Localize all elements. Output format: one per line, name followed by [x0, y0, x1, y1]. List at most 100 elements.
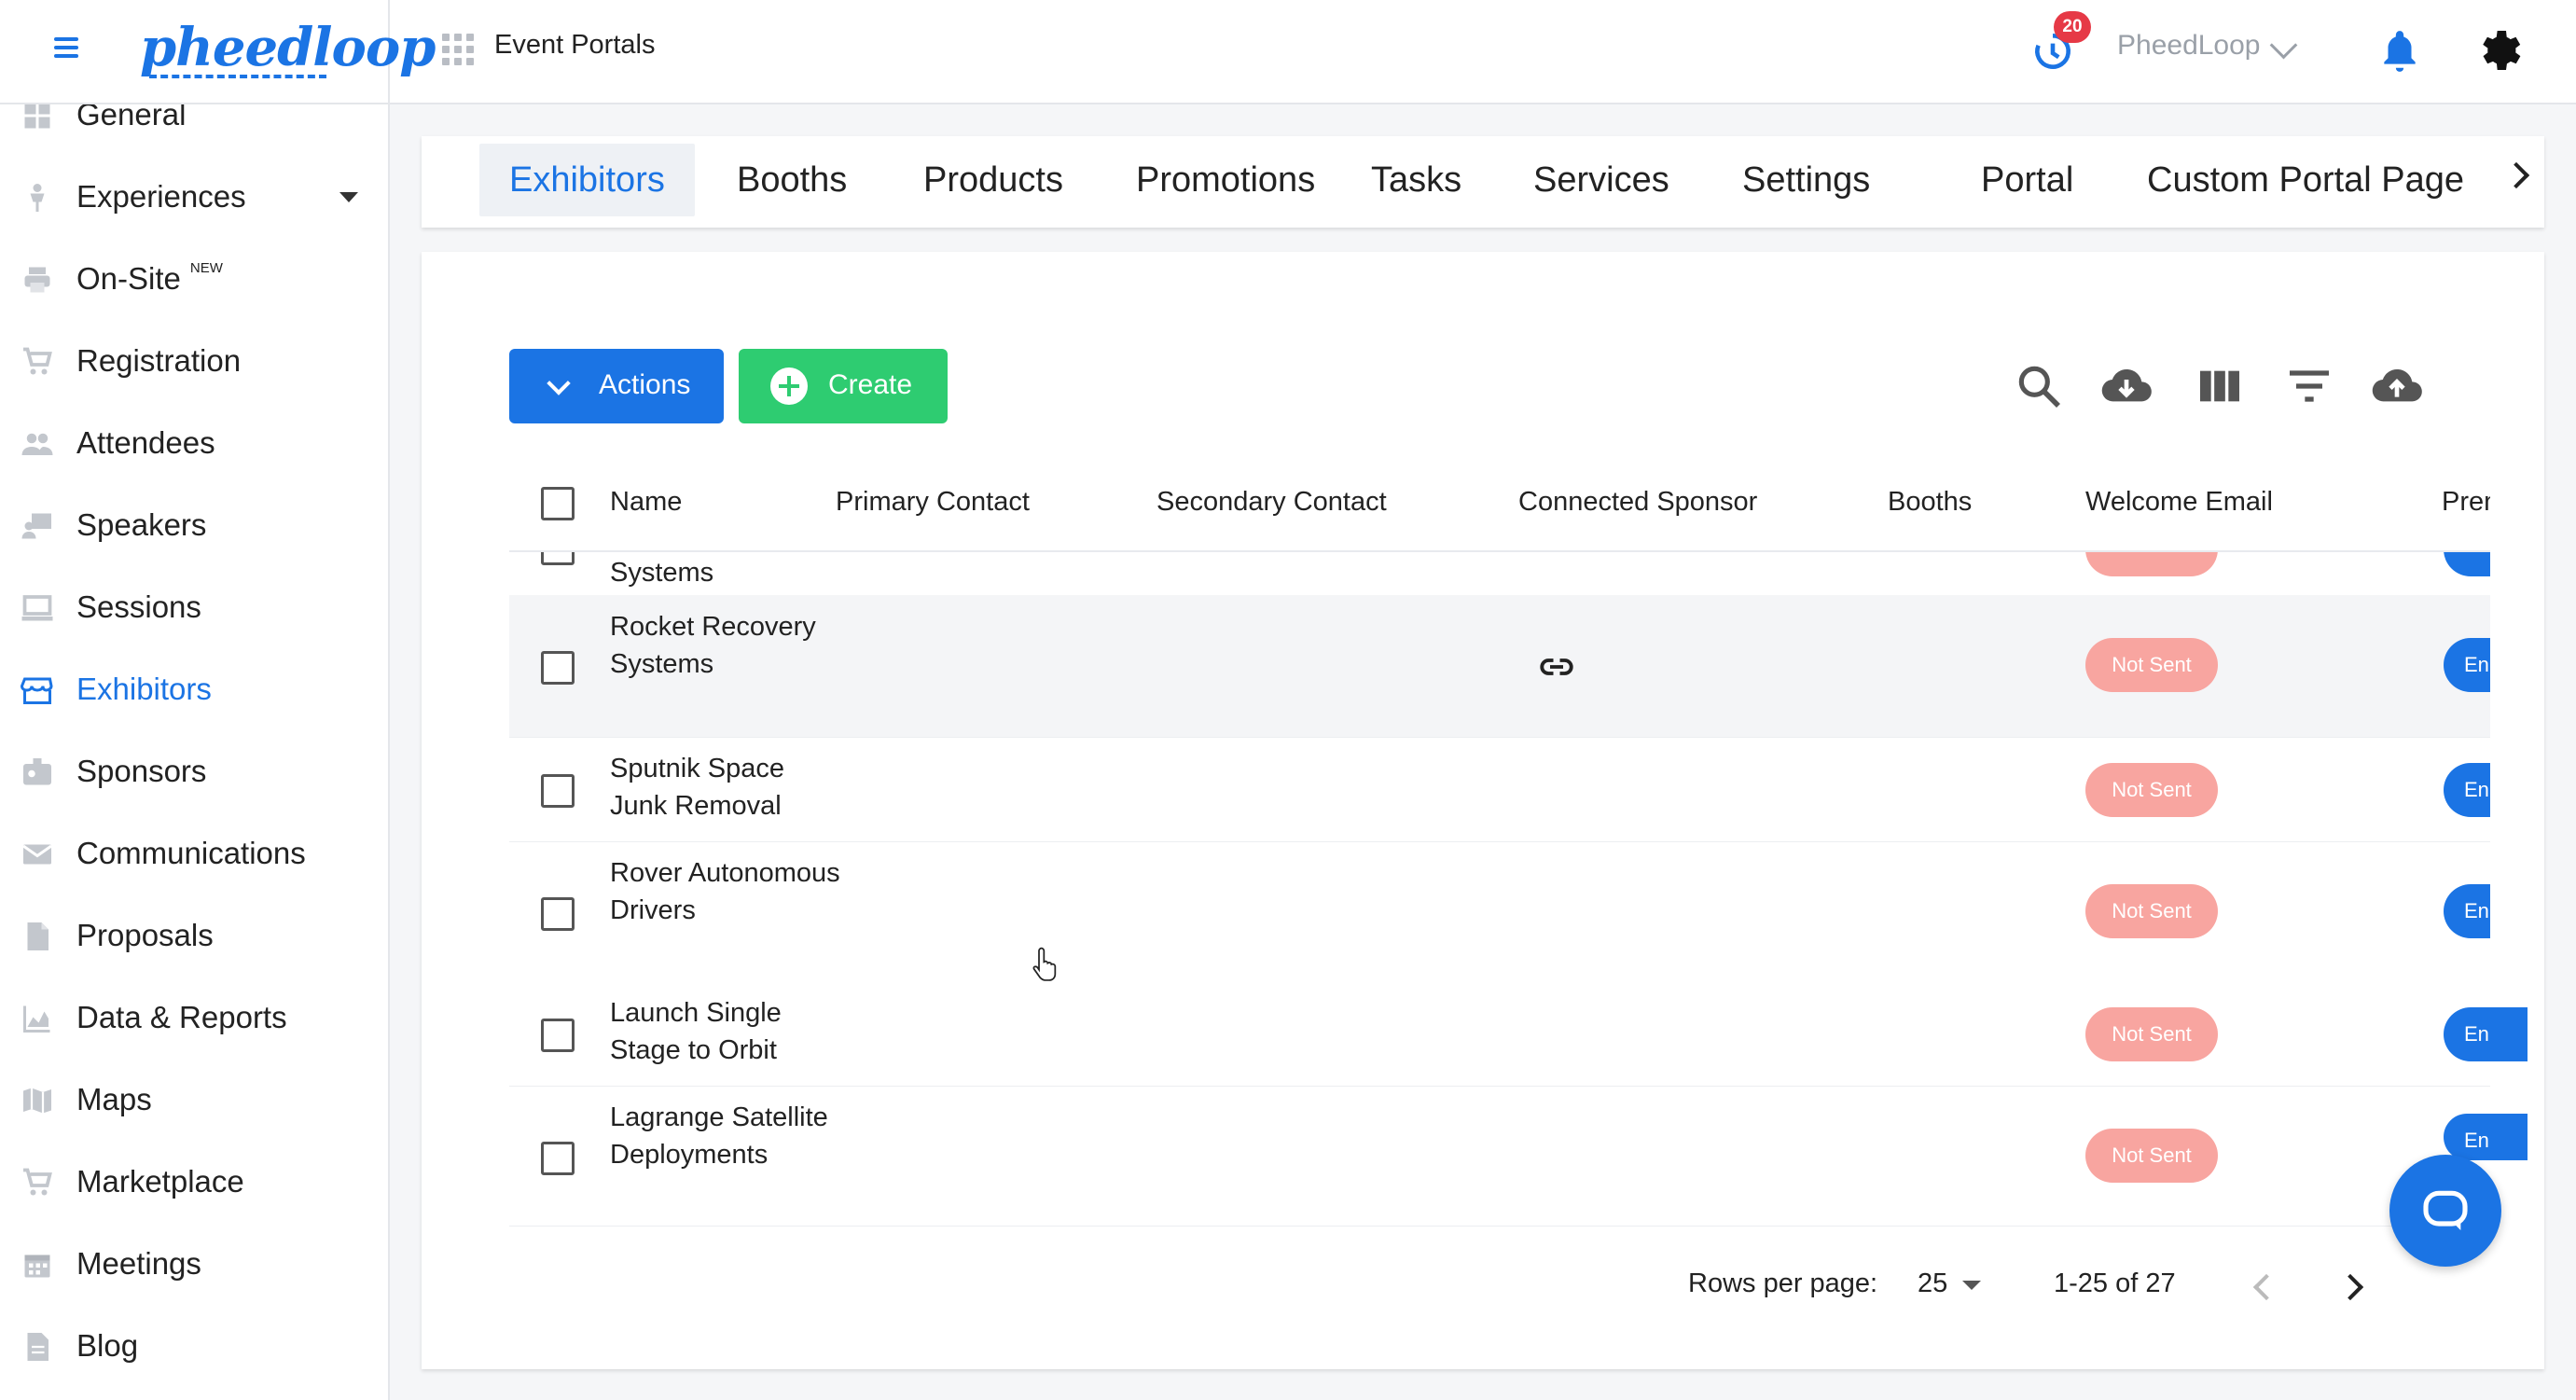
- table-row[interactable]: Systems: [509, 552, 2490, 596]
- gear-icon[interactable]: [2473, 24, 2526, 76]
- tab-custom-portal-page[interactable]: Custom Portal Page: [2117, 144, 2494, 216]
- nav-item-sessions[interactable]: Sessions: [0, 567, 388, 649]
- nav-label: On-Site NEW: [76, 260, 223, 297]
- document-icon: [27, 922, 48, 950]
- calendar-icon: [24, 1254, 50, 1278]
- table-row[interactable]: Rocket Recovery Systems Not Sent En: [509, 595, 2490, 738]
- portal-title[interactable]: Event Portals: [494, 30, 655, 61]
- chart-icon: [23, 1005, 50, 1033]
- cloud-upload-icon[interactable]: [2371, 360, 2423, 412]
- table-header: Name Primary Contact Secondary Contact C…: [509, 457, 2490, 552]
- nav-item-data-reports[interactable]: Data & Reports: [0, 977, 388, 1060]
- premium-toggle[interactable]: En: [2444, 1007, 2528, 1061]
- welcome-email-status[interactable]: Not Sent: [2085, 1129, 2218, 1183]
- exhibitor-name[interactable]: Systems: [610, 554, 843, 591]
- row-checkbox[interactable]: [541, 1142, 575, 1175]
- exhibitor-name[interactable]: Sputnik Space Junk Removal: [610, 750, 843, 825]
- table-row[interactable]: Launch Single Stage to Orbit Not Sent En: [509, 981, 2528, 1087]
- row-checkbox[interactable]: [541, 651, 575, 685]
- chevron-right-icon[interactable]: [2502, 161, 2530, 189]
- tab-promotions[interactable]: Promotions: [1106, 144, 1345, 216]
- row-checkbox[interactable]: [541, 774, 575, 808]
- welcome-email-status[interactable]: Not Sent: [2085, 638, 2218, 692]
- link-icon[interactable]: [1537, 647, 1576, 686]
- table-row[interactable]: Sputnik Space Junk Removal Not Sent En: [509, 737, 2490, 842]
- notification-count-badge: 20: [2054, 11, 2091, 43]
- rows-per-page-select[interactable]: 25: [1918, 1268, 1947, 1299]
- nav-item-speakers[interactable]: Speakers: [0, 485, 388, 567]
- exhibitor-name[interactable]: Launch Single Stage to Orbit: [610, 994, 843, 1069]
- laptop-icon: [21, 595, 53, 621]
- row-checkbox[interactable]: [541, 552, 575, 565]
- premium-toggle[interactable]: En: [2444, 763, 2490, 817]
- tab-exhibitors[interactable]: Exhibitors: [479, 144, 695, 216]
- filter-icon[interactable]: [2283, 360, 2335, 412]
- select-all-checkbox[interactable]: [541, 487, 575, 520]
- caret-down-icon[interactable]: [1962, 1281, 1981, 1290]
- actions-label: Actions: [599, 369, 691, 400]
- create-label: Create: [828, 369, 913, 400]
- apps-grid-icon[interactable]: [442, 34, 474, 65]
- exhibitor-name[interactable]: Rocket Recovery Systems: [610, 608, 843, 683]
- chevron-right-icon[interactable]: [2336, 1273, 2364, 1301]
- nav-item-blog[interactable]: Blog: [0, 1306, 388, 1388]
- column-header-secondary-contact[interactable]: Secondary Contact: [1156, 487, 1387, 518]
- tab-services[interactable]: Services: [1503, 144, 1699, 216]
- tab-booths[interactable]: Booths: [707, 144, 877, 216]
- nav-item-communications[interactable]: Communications: [0, 813, 388, 895]
- nav-label: Attendees: [76, 425, 215, 460]
- nav-item-attendees[interactable]: Attendees: [0, 403, 388, 485]
- bell-icon[interactable]: [2376, 24, 2423, 76]
- row-checkbox[interactable]: [541, 897, 575, 931]
- row-checkbox[interactable]: [541, 1019, 575, 1052]
- column-header-primary-contact[interactable]: Primary Contact: [836, 487, 1030, 518]
- nav-item-on-site[interactable]: On-Site NEW: [0, 239, 388, 321]
- cloud-download-icon[interactable]: [2100, 360, 2153, 412]
- nav-item-marketplace[interactable]: Marketplace: [0, 1142, 388, 1224]
- tab-settings[interactable]: Settings: [1712, 144, 1900, 216]
- premium-toggle[interactable]: En: [2444, 884, 2490, 938]
- welcome-email-status[interactable]: Not Sent: [2085, 884, 2218, 938]
- nav-item-registration[interactable]: Registration: [0, 321, 388, 403]
- premium-toggle[interactable]: En: [2444, 1114, 2528, 1160]
- hand-cursor-icon: [1032, 947, 1057, 981]
- columns-icon[interactable]: [2194, 360, 2246, 412]
- welcome-email-status[interactable]: [2085, 552, 2218, 576]
- column-header-booths[interactable]: Booths: [1888, 487, 1972, 518]
- exhibitor-name[interactable]: Lagrange Satellite Deployments: [610, 1099, 843, 1173]
- table-body: Systems Rocket Recovery Systems Not Sent…: [509, 552, 2490, 981]
- people-icon: [21, 433, 53, 455]
- org-switcher[interactable]: PheedLoop: [2117, 30, 2261, 62]
- chevron-left-icon[interactable]: [2252, 1273, 2280, 1301]
- exhibitor-name[interactable]: Rover Autonomous Drivers: [610, 854, 843, 929]
- column-header-welcome-email[interactable]: Welcome Email: [2085, 487, 2273, 518]
- nav-item-experiences[interactable]: Experiences: [0, 157, 388, 239]
- expand-caret-icon[interactable]: [339, 192, 358, 202]
- nav-item-maps[interactable]: Maps: [0, 1060, 388, 1142]
- sidebar: General Experiences On-Site NEW Registrat…: [0, 0, 436, 1400]
- tab-portal[interactable]: Portal: [1951, 144, 2103, 216]
- tab-tasks[interactable]: Tasks: [1341, 144, 1491, 216]
- nav-item-exhibitors[interactable]: Exhibitors: [0, 649, 388, 731]
- nav-item-proposals[interactable]: Proposals: [0, 895, 388, 977]
- chat-bubble-icon: [2423, 1190, 2468, 1230]
- welcome-email-status[interactable]: Not Sent: [2085, 1007, 2218, 1061]
- welcome-email-status[interactable]: Not Sent: [2085, 763, 2218, 817]
- actions-button[interactable]: Actions: [509, 349, 724, 423]
- column-header-premium[interactable]: Pren: [2442, 487, 2490, 518]
- nav-item-sponsors[interactable]: Sponsors: [0, 731, 388, 813]
- chevron-down-icon[interactable]: [2269, 31, 2298, 60]
- tab-products[interactable]: Products: [893, 144, 1093, 216]
- create-button[interactable]: Create: [739, 349, 948, 423]
- hamburger-menu-icon[interactable]: [54, 37, 82, 60]
- column-header-connected-sponsor[interactable]: Connected Sponsor: [1518, 487, 1757, 518]
- nav-item-meetings[interactable]: Meetings: [0, 1224, 388, 1306]
- chat-launcher-button[interactable]: [2389, 1155, 2501, 1267]
- table-row[interactable]: Lagrange Satellite Deployments Not Sent …: [509, 1086, 2528, 1227]
- table-row[interactable]: Rover Autonomous Drivers Not Sent En: [509, 841, 2490, 981]
- pheedloop-logo[interactable]: pheedloop: [140, 17, 436, 78]
- premium-toggle[interactable]: [2444, 552, 2490, 576]
- search-icon[interactable]: [2013, 360, 2065, 412]
- column-header-name[interactable]: Name: [610, 487, 682, 518]
- premium-toggle[interactable]: En: [2444, 638, 2490, 692]
